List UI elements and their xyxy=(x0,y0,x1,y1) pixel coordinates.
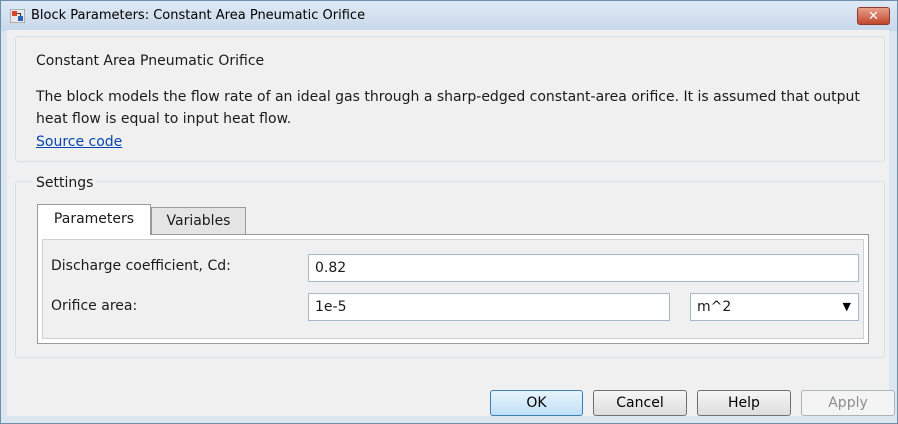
tab-variables[interactable]: Variables xyxy=(151,207,246,235)
unit-value: m^2 xyxy=(697,299,732,315)
block-description: The block models the flow rate of an ide… xyxy=(36,89,860,127)
tab-label: Parameters xyxy=(53,211,135,227)
ok-button[interactable]: OK xyxy=(490,390,583,416)
cancel-button[interactable]: Cancel xyxy=(593,390,687,416)
apply-button[interactable]: Apply xyxy=(801,390,895,416)
window-title: Block Parameters: Constant Area Pneumati… xyxy=(31,8,366,23)
dropdown-arrow-icon: ▼ xyxy=(842,300,851,313)
title-bar[interactable]: Block Parameters: Constant Area Pneumati… xyxy=(1,1,897,31)
source-code-link[interactable]: Source code xyxy=(36,134,122,150)
orifice-area-unit-select[interactable]: m^2 ▼ xyxy=(690,293,859,321)
close-icon: ✕ xyxy=(868,9,879,24)
simulink-block-icon xyxy=(10,9,25,23)
orifice-area-field[interactable]: 1e-5 xyxy=(308,293,670,321)
close-button[interactable]: ✕ xyxy=(857,7,890,25)
orifice-area-label: Orifice area: xyxy=(51,298,138,314)
block-name-heading: Constant Area Pneumatic Orifice xyxy=(33,53,268,69)
tab-label: Variables xyxy=(166,213,231,229)
settings-legend: Settings xyxy=(33,175,97,191)
discharge-coefficient-field[interactable]: 0.82 xyxy=(308,254,859,282)
discharge-coefficient-label: Discharge coefficient, Cd: xyxy=(51,258,231,274)
tab-parameters[interactable]: Parameters xyxy=(37,204,151,235)
help-button[interactable]: Help xyxy=(697,390,791,416)
